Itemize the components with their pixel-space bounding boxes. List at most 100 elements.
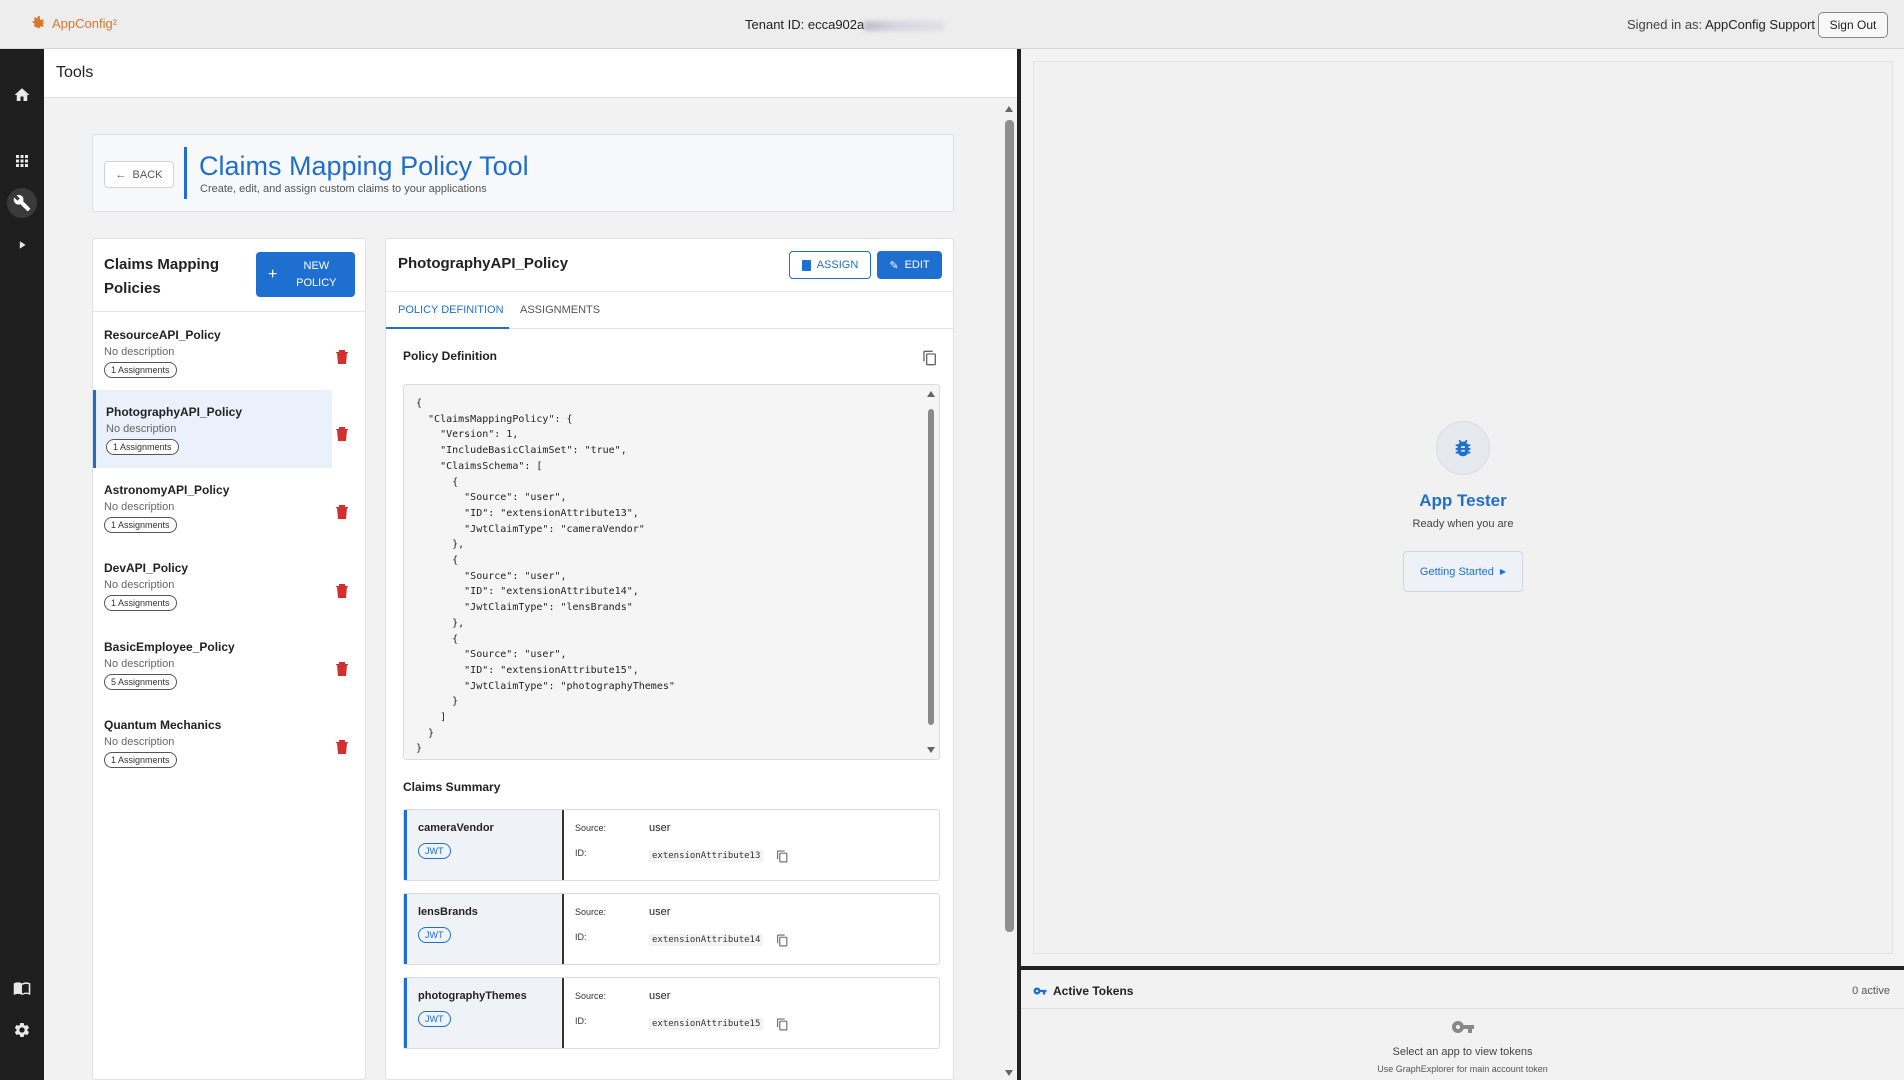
copy-id-button[interactable] (776, 934, 789, 947)
policy-name: PhotographyAPI_Policy (106, 405, 243, 419)
assignments-badge: 1 Assignments (104, 517, 177, 533)
scroll-up-arrow-icon[interactable] (1005, 106, 1013, 112)
policy-description: No description (104, 501, 175, 513)
trash-icon (336, 584, 348, 598)
policy-list-item[interactable]: ResourceAPI_Policy No description 1 Assi… (93, 313, 332, 391)
source-label: Source: (575, 907, 607, 917)
scroll-down-arrow-icon[interactable] (927, 747, 935, 753)
assign-button[interactable]: ASSIGN (789, 251, 871, 279)
top-bar: AppConfig² Tenant ID: ecca902a Signed in… (0, 0, 1904, 49)
tools-header: Tools (44, 49, 1017, 98)
app-logo[interactable]: AppConfig² (28, 13, 117, 33)
jwt-badge: JWT (418, 927, 451, 943)
policy-list-item[interactable]: Quantum Mechanics No description 1 Assig… (93, 703, 332, 781)
edit-label: EDIT (904, 259, 930, 271)
back-button[interactable]: ← BACK (104, 161, 174, 188)
active-tokens-title: Active Tokens (1053, 984, 1134, 998)
book-icon (13, 982, 31, 996)
sign-out-button[interactable]: Sign Out (1818, 12, 1888, 38)
claim-name: cameraVendor (418, 822, 494, 834)
id-value: extensionAttribute15 (649, 1018, 764, 1030)
back-label: BACK (132, 168, 163, 181)
delete-policy-button[interactable] (335, 738, 349, 754)
policy-list-item[interactable]: DevAPI_Policy No description 1 Assignmen… (93, 546, 332, 624)
trash-icon (336, 505, 348, 519)
policy-description: No description (106, 423, 177, 435)
scroll-down-arrow-icon[interactable] (1005, 1070, 1013, 1076)
clipboard-icon (801, 259, 811, 271)
plus-icon: + (268, 265, 278, 283)
scroll-up-arrow-icon[interactable] (927, 391, 935, 397)
active-tokens-header[interactable]: Active Tokens 0 active (1021, 970, 1904, 1009)
app-tester-badge (1436, 421, 1490, 475)
assignments-badge: 1 Assignments (104, 752, 177, 768)
source-value: user (649, 906, 671, 918)
assignments-badge: 1 Assignments (106, 439, 179, 455)
claim-header: lensBrands JWT (404, 894, 564, 964)
delete-policy-button[interactable] (335, 660, 349, 676)
delete-policy-button[interactable] (335, 348, 349, 364)
key-placeholder-icon (1451, 1019, 1475, 1035)
signed-in-status: Signed in as: AppConfig Support (1627, 17, 1815, 32)
id-value: extensionAttribute13 (649, 850, 764, 862)
code-scrollbar[interactable] (926, 389, 936, 755)
tab-assignments[interactable]: ASSIGNMENTS (520, 304, 600, 316)
active-tokens-panel: Active Tokens 0 active Select an app to … (1021, 970, 1904, 1080)
policy-json-viewer[interactable]: { "ClaimsMappingPolicy": { "Version": 1,… (403, 384, 940, 760)
claim-card: cameraVendor JWT Source: user ID: extens… (403, 809, 940, 881)
tokens-empty-message: Select an app to view tokens (1392, 1046, 1533, 1058)
copy-definition-button[interactable] (922, 350, 938, 366)
signed-in-user: AppConfig Support (1705, 17, 1815, 32)
delete-policy-button[interactable] (335, 503, 349, 519)
delete-policy-button[interactable] (335, 582, 349, 598)
jwt-badge: JWT (418, 843, 451, 859)
apps-nav[interactable] (0, 144, 44, 178)
run-nav[interactable] (0, 228, 44, 262)
copy-id-button[interactable] (776, 1018, 789, 1031)
home-nav[interactable] (0, 78, 44, 112)
policy-name: BasicEmployee_Policy (104, 640, 235, 654)
claim-name: lensBrands (418, 906, 478, 918)
new-policy-button[interactable]: + NEW POLICY (256, 252, 355, 297)
claim-card: photographyThemes JWT Source: user ID: e… (403, 977, 940, 1049)
policy-list-header: Claims Mapping Policies + NEW POLICY (93, 239, 365, 312)
app-name: AppConfig² (52, 15, 118, 31)
tab-policy-definition[interactable]: POLICY DEFINITION (398, 304, 504, 316)
docs-nav[interactable] (0, 971, 44, 1005)
source-value: user (649, 822, 671, 834)
scrollbar-thumb[interactable] (1005, 120, 1014, 932)
source-label: Source: (575, 991, 607, 1001)
trash-icon (336, 740, 348, 754)
policy-list-card: Claims Mapping Policies + NEW POLICY Res… (92, 238, 366, 1080)
scrollbar-thumb[interactable] (928, 409, 934, 725)
settings-nav[interactable] (0, 1013, 44, 1047)
delete-policy-button[interactable] (335, 425, 349, 441)
getting-started-label: Getting Started (1419, 565, 1494, 578)
policy-list-item[interactable]: AstronomyAPI_Policy No description 1 Ass… (93, 468, 332, 546)
tenant-id-text: Tenant ID: ecca902a (745, 17, 865, 32)
copy-icon (777, 1018, 788, 1031)
assignments-badge: 5 Assignments (104, 674, 177, 690)
copy-id-button[interactable] (776, 850, 789, 863)
id-label: ID: (575, 848, 587, 858)
policy-list-item-selected[interactable]: PhotographyAPI_Policy No description 1 A… (93, 390, 332, 468)
hero-accent-bar (184, 147, 187, 199)
home-icon (14, 88, 30, 101)
settings-icon (14, 1022, 29, 1038)
policy-name: Quantum Mechanics (104, 718, 222, 732)
active-tokens-count: 0 active (1852, 985, 1890, 997)
policy-detail-card: PhotographyAPI_Policy ASSIGN ✎ EDIT POLI… (385, 238, 954, 1080)
edit-button[interactable]: ✎ EDIT (877, 251, 942, 279)
getting-started-button[interactable]: Getting Started ▶ (1403, 551, 1523, 592)
tool-title: Claims Mapping Policy Tool (199, 151, 529, 181)
policy-name: DevAPI_Policy (104, 561, 189, 575)
tools-scrollbar[interactable] (1002, 98, 1017, 1080)
trash-icon (336, 427, 348, 441)
policy-description: No description (104, 579, 175, 591)
page-title: Tools (56, 64, 94, 81)
id-label: ID: (575, 1016, 587, 1026)
policy-list-item[interactable]: BasicEmployee_Policy No description 5 As… (93, 625, 332, 703)
signed-in-label: Signed in as: (1627, 17, 1703, 32)
active-tab-indicator (386, 327, 509, 329)
tools-nav[interactable] (0, 186, 44, 220)
